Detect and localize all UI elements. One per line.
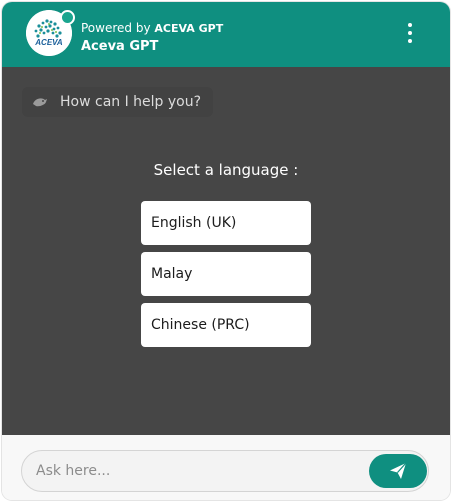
chat-title: Aceva GPT (81, 39, 159, 54)
online-status-dot (60, 10, 75, 25)
send-icon (390, 462, 407, 479)
language-option-english-uk[interactable]: English (UK) (141, 201, 311, 245)
powered-prefix: Powered by (81, 21, 151, 35)
bot-message-bubble: How can I help you? (22, 87, 214, 117)
message-input[interactable] (36, 460, 356, 482)
brand-logo: ACEVA (26, 10, 75, 56)
chat-composer (2, 435, 450, 500)
language-option-chinese-prc[interactable]: Chinese (PRC) (141, 303, 311, 347)
kebab-menu-icon[interactable] (398, 20, 422, 46)
bot-message-text: How can I help you? (60, 94, 202, 110)
bot-avatar-icon (33, 98, 47, 107)
powered-brand: ACEVA GPT (154, 22, 224, 35)
powered-by-label: Powered by ACEVA GPT (81, 21, 223, 36)
svg-text:ACEVA: ACEVA (34, 38, 63, 47)
language-option-malay[interactable]: Malay (141, 252, 311, 296)
language-prompt: Select a language : (153, 161, 299, 179)
message-input-wrapper (21, 450, 429, 492)
chat-header: ACEVA Powered by ACEVA GPT Aceva GPT (2, 2, 450, 67)
send-button[interactable] (369, 454, 427, 488)
chat-messages-area: How can I help you? Select a language : … (2, 67, 450, 435)
chat-widget: ACEVA Powered by ACEVA GPT Aceva GPT How… (2, 2, 450, 500)
